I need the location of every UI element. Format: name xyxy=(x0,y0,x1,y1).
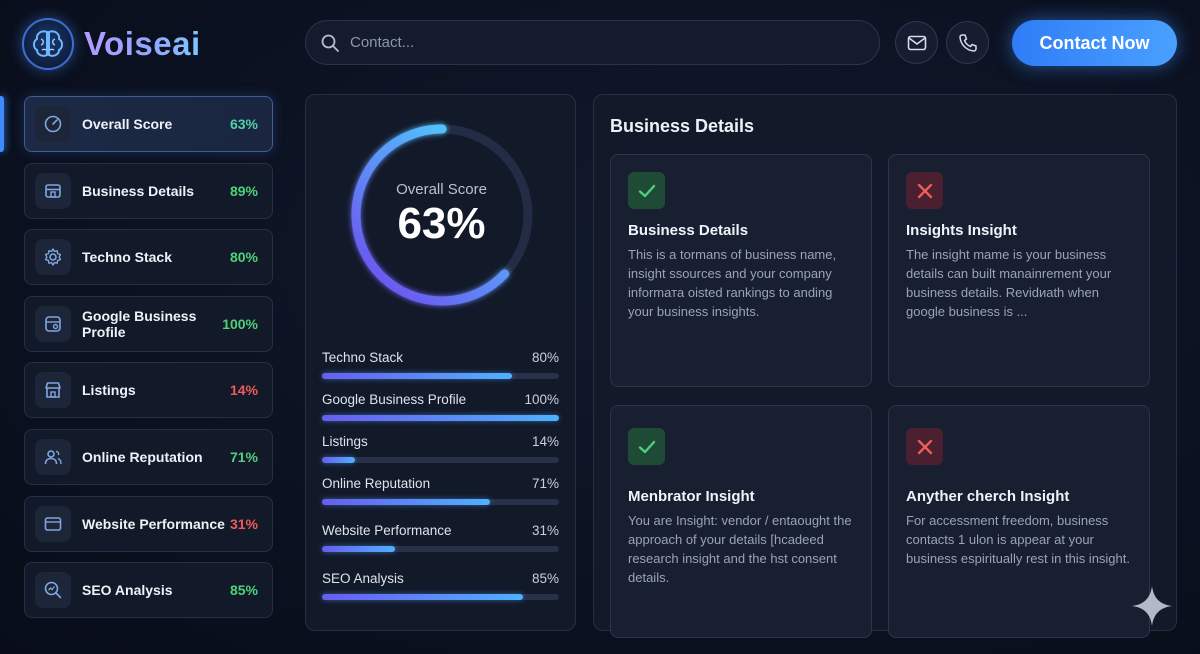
bar-label: SEO Analysis xyxy=(322,571,404,586)
progress-track xyxy=(322,546,559,552)
seo-search-icon xyxy=(35,572,71,609)
sidebar-item-google-business-profile[interactable]: Google Business Profile 100% xyxy=(24,295,273,352)
progress-track xyxy=(322,499,559,505)
mail-icon xyxy=(907,35,926,50)
insight-card[interactable]: Insights Insight The insight mame is you… xyxy=(888,154,1150,387)
sidebar-item-label: Business Details xyxy=(82,182,195,199)
gear-icon xyxy=(35,239,71,276)
sidebar-item-overall-score[interactable]: Overall Score 63% xyxy=(24,96,273,152)
card-body: You are Insight: vendor / entaought the … xyxy=(628,513,852,585)
score-bar-google-business-profile: Google Business Profile 100% xyxy=(322,392,559,421)
score-bar-online-reputation: Online Reputation 71% xyxy=(322,476,559,505)
sidebar-item-online-reputation[interactable]: Online Reputation 71% xyxy=(24,428,273,485)
sidebar-item-label: Overall Score xyxy=(82,116,173,132)
card-title: Anyther cherch Insight xyxy=(906,488,1070,505)
phone-icon xyxy=(958,33,977,52)
progress-fill xyxy=(322,373,512,379)
score-bar-seo-analysis: SEO Analysis 85% xyxy=(322,571,559,600)
sidebar-item-business-details[interactable]: Business Details 89% xyxy=(24,162,273,219)
score-bar-listings: Listings 14% xyxy=(322,434,559,463)
insight-card[interactable]: Business Details This is a tormans of bu… xyxy=(610,154,872,387)
sidebar: Overall Score 63% Business Details 89% T… xyxy=(24,96,273,629)
card-body: For accessment freedom, business contact… xyxy=(906,513,1130,566)
insight-card[interactable]: Anyther cherch Insight For accessment fr… xyxy=(888,405,1150,638)
progress-fill xyxy=(322,457,356,463)
progress-track xyxy=(322,594,559,600)
sidebar-item-percentage: 63% xyxy=(229,116,258,132)
bar-percentage: 85% xyxy=(531,571,559,586)
sidebar-item-label: Techno Stack xyxy=(82,249,172,266)
score-bar-techno-stack: Techno Stack 80% xyxy=(322,350,559,379)
sidebar-item-percentage: 31% xyxy=(229,515,258,532)
sidebar-item-percentage: 85% xyxy=(229,582,258,599)
bar-percentage: 31% xyxy=(531,523,559,538)
bar-percentage: 100% xyxy=(524,392,559,407)
close-icon xyxy=(906,428,943,465)
sidebar-item-percentage: 14% xyxy=(229,382,258,399)
contact-now-button[interactable]: Contact Now xyxy=(1012,20,1177,66)
card-title: Business Details xyxy=(628,222,749,239)
search-bar[interactable] xyxy=(305,20,880,65)
sparkle-icon xyxy=(1132,586,1172,626)
phone-button[interactable] xyxy=(946,21,989,64)
sidebar-item-seo-analysis[interactable]: SEO Analysis 85% xyxy=(24,562,273,619)
card-body: The insight mame is your business detail… xyxy=(906,247,1112,319)
store-icon xyxy=(35,372,71,409)
sidebar-item-website-performance[interactable]: Website Performance 31% xyxy=(24,495,273,552)
sidebar-item-techno-stack[interactable]: Techno Stack 80% xyxy=(24,229,273,286)
progress-fill xyxy=(322,499,491,505)
users-icon xyxy=(35,438,71,475)
storefront-icon xyxy=(35,172,71,209)
bar-label: Google Business Profile xyxy=(322,392,467,407)
sidebar-item-label: SEO Analysis xyxy=(82,582,173,599)
gauge-icon xyxy=(35,106,71,142)
browser-icon xyxy=(35,505,71,542)
sidebar-item-label: Website Performance xyxy=(82,515,225,532)
brand-logo[interactable]: Voiseai xyxy=(22,18,201,70)
sidebar-item-label: Google Business Profile xyxy=(82,307,197,340)
progress-track xyxy=(322,457,559,463)
check-icon xyxy=(628,172,665,209)
brand-name: Voiseai xyxy=(84,25,201,62)
sidebar-item-percentage: 80% xyxy=(229,249,258,266)
bar-percentage: 14% xyxy=(531,434,559,449)
check-icon xyxy=(628,428,665,465)
business-details-panel: Business Details Business Details This i… xyxy=(593,94,1177,638)
sidebar-item-label: Online Reputation xyxy=(82,448,203,465)
sidebar-item-percentage: 89% xyxy=(229,182,258,199)
brain-icon xyxy=(22,18,74,70)
progress-track xyxy=(322,415,559,421)
card-title: Menbrator Insight xyxy=(628,488,755,505)
score-panel: Overall Score 63% Techno Stack 80% Google… xyxy=(305,94,576,631)
bar-label: Website Performance xyxy=(322,523,452,538)
search-input[interactable] xyxy=(350,34,850,51)
close-icon xyxy=(906,172,943,209)
progress-track xyxy=(322,373,559,379)
active-indicator xyxy=(0,96,4,152)
panel-title: Business Details xyxy=(610,116,755,136)
sidebar-item-listings[interactable]: Listings 14% xyxy=(24,362,273,419)
search-icon xyxy=(321,34,339,52)
progress-fill xyxy=(322,594,524,600)
progress-fill xyxy=(322,546,396,552)
overall-score-title: Overall Score xyxy=(396,181,487,198)
score-bar-website-performance: Website Performance 31% xyxy=(322,523,559,552)
bar-label: Listings xyxy=(322,434,368,449)
mail-button[interactable] xyxy=(895,21,938,64)
sidebar-item-percentage: 100% xyxy=(222,315,258,332)
insight-card[interactable]: Menbrator Insight You are Insight: vendo… xyxy=(610,405,872,638)
sidebar-item-label: Listings xyxy=(82,382,136,399)
bar-label: Techno Stack xyxy=(322,350,404,365)
bar-label: Online Reputation xyxy=(322,476,431,491)
bar-percentage: 80% xyxy=(531,350,559,365)
card-body: This is a tormans of business name, insi… xyxy=(628,247,837,319)
sidebar-item-percentage: 71% xyxy=(229,448,258,465)
progress-fill xyxy=(322,415,559,421)
overall-score-value: 63% xyxy=(397,199,486,248)
business-profile-icon xyxy=(35,305,71,342)
card-title: Insights Insight xyxy=(906,222,1017,239)
bar-percentage: 71% xyxy=(531,476,559,491)
